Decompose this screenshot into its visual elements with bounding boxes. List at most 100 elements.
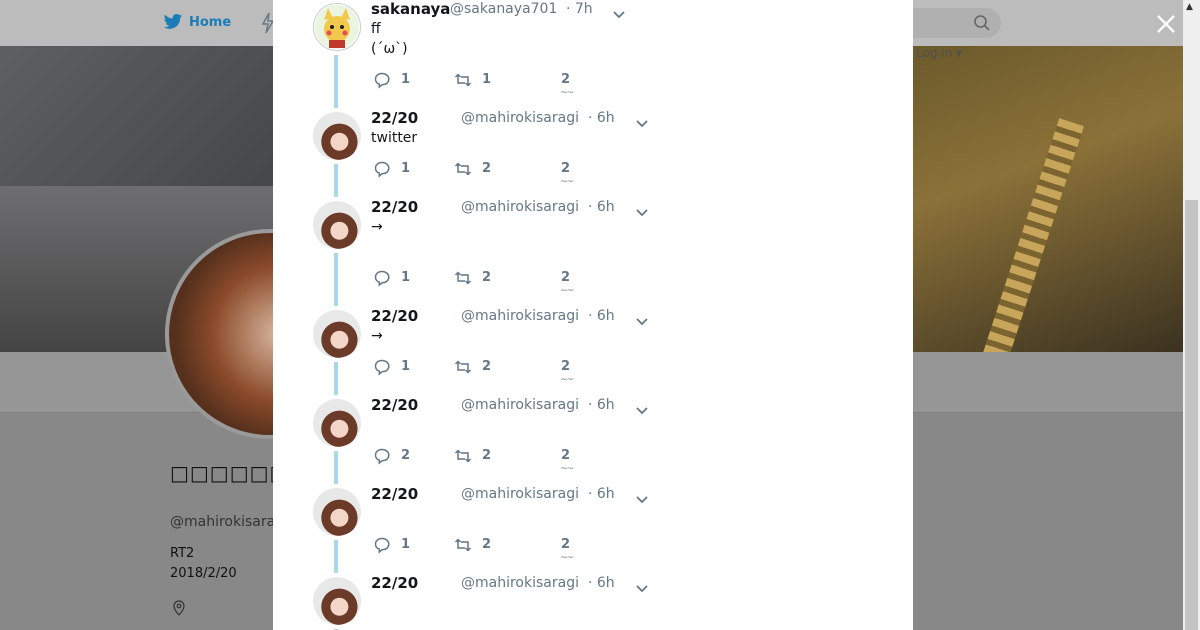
tweet-author-handle[interactable]: @mahirokisaragi: [461, 486, 579, 502]
tweet-author-handle[interactable]: @mahirokisaragi: [461, 110, 579, 126]
like-count: 2: [561, 359, 571, 374]
tweet-avatar[interactable]: [313, 112, 361, 160]
retweet-count: 2: [482, 537, 492, 552]
retweet-count: 2: [482, 270, 492, 285]
reply-button[interactable]: 2: [373, 446, 415, 466]
tweet-text: →: [371, 219, 383, 235]
reply-button[interactable]: 1: [373, 357, 415, 377]
reply-button[interactable]: 1: [373, 70, 415, 90]
like-button[interactable]: 2 ~~: [559, 535, 575, 567]
thread-connector-line: [334, 164, 338, 197]
reply-bubble-icon: [374, 537, 390, 554]
reply-button[interactable]: 1: [373, 159, 415, 179]
chevron-down-icon: [636, 496, 648, 504]
reply-button[interactable]: 1: [373, 268, 415, 288]
reply-button[interactable]: 1: [373, 535, 415, 555]
tweet-avatar[interactable]: [313, 3, 361, 51]
tweet-author-name[interactable]: 22/20: [371, 198, 418, 216]
retweet-count: 2: [482, 359, 492, 374]
profile-handle[interactable]: @mahirokisaragi: [170, 514, 288, 530]
tweet-text: →: [371, 328, 383, 344]
reply-count: 1: [401, 537, 411, 552]
like-heart-icon: ~~: [560, 375, 574, 385]
chevron-down-icon: [636, 209, 648, 217]
like-count: 2: [561, 161, 571, 176]
scrollbar-thumb[interactable]: [1185, 200, 1198, 630]
tweet-avatar[interactable]: [313, 577, 361, 625]
tweet-timestamp[interactable]: · 6h: [588, 486, 615, 502]
tweet-menu-button[interactable]: [635, 579, 649, 593]
retweet-button[interactable]: 2: [454, 535, 496, 555]
retweet-button[interactable]: 2: [454, 268, 496, 288]
scroll-up-arrow-icon[interactable]: ▲: [1186, 2, 1193, 12]
conversation-modal: sakanaya @sakanaya701 · 7h ff (´ω`) 1 1 2 ~~ 22/…: [273, 0, 913, 630]
like-heart-icon: ~~: [560, 286, 574, 296]
tweet-menu-button[interactable]: [635, 203, 649, 217]
retweet-icon: [454, 73, 472, 87]
reply-count: 1: [401, 270, 411, 285]
location-pin-icon: [173, 600, 185, 616]
tweet-avatar[interactable]: [313, 399, 361, 447]
tweet-menu-button[interactable]: [635, 312, 649, 326]
retweet-button[interactable]: 1: [454, 70, 496, 90]
tweet-timestamp[interactable]: · 6h: [588, 575, 615, 591]
home-nav-label[interactable]: Home: [189, 15, 231, 30]
twitter-bird-icon[interactable]: [163, 13, 183, 31]
retweet-button[interactable]: 2: [454, 446, 496, 466]
reply-bubble-icon: [374, 448, 390, 465]
tweet-author-name[interactable]: 22/20: [371, 109, 418, 127]
tweet-author-name[interactable]: 22/20: [371, 574, 418, 592]
tweet-author-handle[interactable]: @mahirokisaragi: [461, 575, 579, 591]
tweet-author-handle[interactable]: @sakanaya701: [450, 1, 557, 17]
retweet-count: 2: [482, 161, 492, 176]
chevron-down-icon: [636, 407, 648, 415]
reply-bubble-icon: [374, 270, 390, 287]
retweet-icon: [454, 360, 472, 374]
reply-count: 1: [401, 359, 411, 374]
retweet-button[interactable]: 2: [454, 357, 496, 377]
tweet-menu-button[interactable]: [635, 401, 649, 415]
pikachu-avatar-image: [315, 5, 359, 49]
reply-bubble-icon: [374, 72, 390, 89]
tweet-avatar[interactable]: [313, 310, 361, 358]
tweet-avatar[interactable]: [313, 488, 361, 536]
like-heart-icon: ~~: [560, 177, 574, 187]
tweet-timestamp[interactable]: · 6h: [588, 397, 615, 413]
chevron-down-icon: [636, 318, 648, 326]
tweet-timestamp[interactable]: · 7h: [566, 1, 593, 17]
tweet-menu-button[interactable]: [635, 490, 649, 504]
thread-connector-line: [334, 362, 338, 395]
close-icon[interactable]: [1154, 12, 1178, 36]
like-heart-icon: ~~: [560, 88, 574, 98]
tweet-author-name[interactable]: 22/20: [371, 396, 418, 414]
tweet-timestamp[interactable]: · 6h: [588, 199, 615, 215]
like-button[interactable]: 2 ~~: [559, 159, 575, 191]
tweet-author-handle[interactable]: @mahirokisaragi: [461, 397, 579, 413]
retweet-button[interactable]: 2: [454, 159, 496, 179]
tweet-author-name[interactable]: 22/20: [371, 307, 418, 325]
tweet-text: twitter: [371, 130, 418, 146]
like-button[interactable]: 2 ~~: [559, 357, 575, 389]
login-link[interactable]: Log in ▾: [916, 46, 962, 60]
chevron-down-icon: [636, 120, 648, 128]
like-button[interactable]: 2 ~~: [559, 446, 575, 478]
tweet-timestamp[interactable]: · 6h: [588, 110, 615, 126]
like-count: 2: [561, 270, 571, 285]
tweet-avatar[interactable]: [313, 201, 361, 249]
retweet-icon: [454, 538, 472, 552]
chevron-down-icon: [613, 11, 625, 19]
search-icon[interactable]: [973, 14, 991, 32]
tweet-author-name[interactable]: sakanaya: [371, 0, 450, 18]
tweet-menu-button[interactable]: [635, 114, 649, 128]
tweet-author-handle[interactable]: @mahirokisaragi: [461, 308, 579, 324]
like-button[interactable]: 2 ~~: [559, 268, 575, 300]
reply-count: 1: [401, 72, 411, 87]
profile-joined-date: 2018/2/20: [170, 566, 237, 581]
thread-connector-line: [334, 55, 338, 108]
tweet-author-name[interactable]: 22/20: [371, 485, 418, 503]
tweet-author-handle[interactable]: @mahirokisaragi: [461, 199, 579, 215]
tweet-timestamp[interactable]: · 6h: [588, 308, 615, 324]
like-button[interactable]: 2 ~~: [559, 70, 575, 102]
tweet-menu-button[interactable]: [612, 5, 626, 19]
profile-bio: RT2: [170, 546, 195, 561]
